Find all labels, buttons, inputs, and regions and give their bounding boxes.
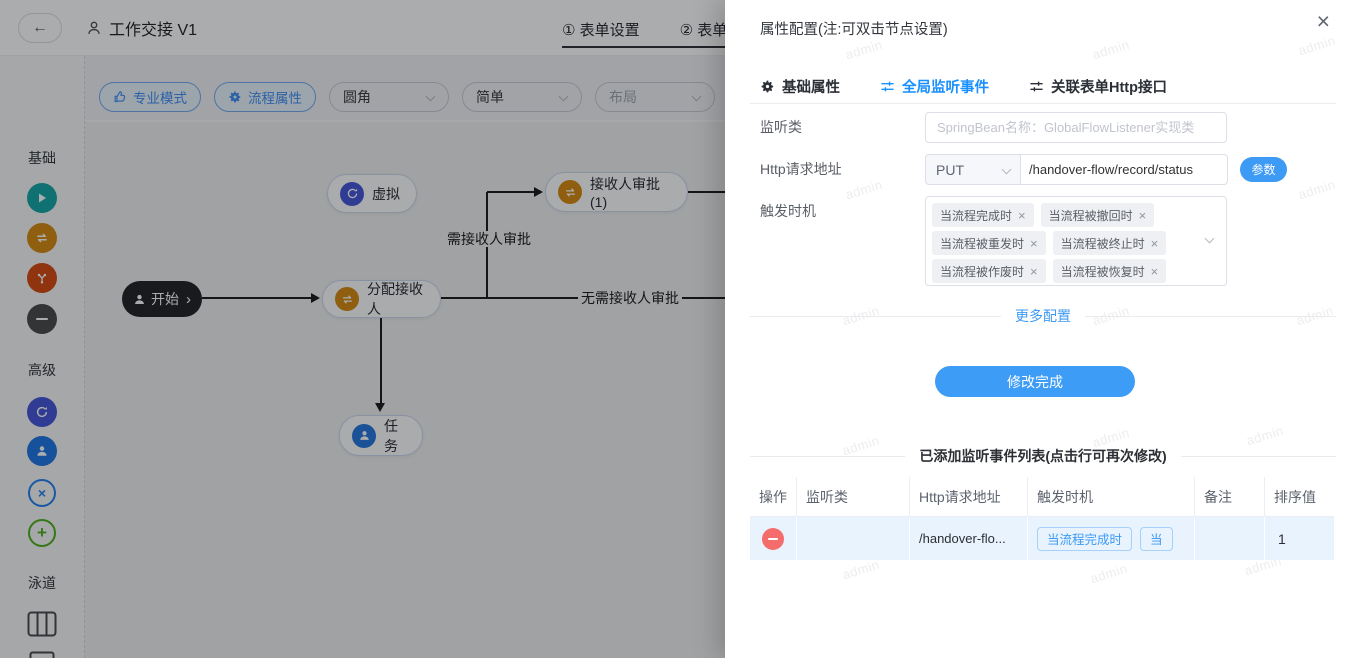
col-action: 操作 [750, 477, 797, 516]
col-trigger: 触发时机 [1028, 477, 1195, 516]
listener-list-divider: 已添加监听事件列表(点击行可再次修改) [750, 446, 1336, 466]
watermark: admin [1091, 37, 1132, 62]
cell-listener [797, 517, 910, 560]
chevron-down-icon [1002, 165, 1012, 175]
trigger-tag: 当流程被终止时× [1053, 231, 1167, 255]
watermark: admin [1297, 33, 1338, 58]
trigger-tag: 当流程被作废时× [932, 259, 1046, 283]
tab-form-http[interactable]: 关联表单Http接口 [1029, 76, 1167, 97]
panel-title: 属性配置(注:可双击节点设置) [760, 18, 948, 39]
sliders-icon [1029, 79, 1044, 94]
cell-remark [1195, 517, 1265, 560]
tab-basic-props[interactable]: 基础属性 [760, 76, 840, 97]
trigger-tag: 当流程被撤回时× [1041, 203, 1155, 227]
col-url: Http请求地址 [910, 477, 1028, 516]
listener-list-title: 已添加监听事件列表(点击行可再次修改) [919, 446, 1166, 466]
tab-global-label: 全局监听事件 [902, 76, 989, 97]
watermark: admin [1297, 177, 1338, 202]
watermark: admin [841, 557, 882, 582]
trigger-timing-select[interactable]: 当流程完成时× 当流程被撤回时× 当流程被重发时× 当流程被终止时× 当流程被作… [925, 196, 1227, 286]
listener-class-label: 监听类 [760, 112, 910, 143]
remove-tag-icon[interactable]: × [1151, 236, 1159, 251]
watermark: admin [844, 37, 885, 62]
more-config-divider: 更多配置 [750, 306, 1336, 326]
remove-tag-icon[interactable]: × [1139, 208, 1147, 223]
trigger-tag: 当流程被恢复时× [1053, 259, 1167, 283]
listener-class-input[interactable] [925, 112, 1227, 143]
cell-trigger: 当流程完成时 当 [1028, 517, 1195, 560]
screen: admin admin admin admin admin admin admi… [0, 0, 1350, 658]
trigger-tag: 当流程被重发时× [932, 231, 1046, 255]
chevron-down-icon [1205, 234, 1215, 244]
more-config-link[interactable]: 更多配置 [1015, 306, 1071, 326]
remove-tag-icon[interactable]: × [1151, 264, 1159, 279]
table-header: 操作 监听类 Http请求地址 触发时机 备注 排序值 [750, 477, 1334, 517]
cell-sort: 1 [1265, 531, 1286, 547]
remove-tag-icon[interactable]: × [1030, 236, 1038, 251]
tab-basic-label: 基础属性 [782, 76, 840, 97]
http-url-input[interactable] [1020, 154, 1228, 185]
watermark: admin [1245, 423, 1286, 448]
tab-http-label: 关联表单Http接口 [1051, 76, 1167, 97]
remove-tag-icon[interactable]: × [1018, 208, 1026, 223]
col-listener: 监听类 [797, 477, 910, 516]
col-remark: 备注 [1195, 477, 1265, 516]
close-icon[interactable]: × [1317, 10, 1330, 33]
trigger-value-tag-clipped: 当 [1140, 527, 1173, 551]
delete-row-button[interactable] [762, 528, 784, 550]
panel-tabs: 基础属性 全局监听事件 关联表单Http接口 [760, 76, 1167, 97]
sliders-icon [880, 79, 895, 94]
remove-tag-icon[interactable]: × [1030, 264, 1038, 279]
trigger-value-tag: 当流程完成时 [1037, 527, 1132, 551]
property-config-panel: admin admin admin admin admin admin admi… [725, 0, 1350, 658]
watermark: admin [1089, 561, 1130, 586]
http-method-value: PUT [936, 162, 964, 178]
gear-icon [760, 79, 775, 94]
params-button[interactable]: 参数 [1240, 157, 1287, 182]
listener-table: 操作 监听类 Http请求地址 触发时机 备注 排序值 /handover-fl… [750, 477, 1334, 560]
col-sort: 排序值 [1265, 477, 1334, 516]
table-row[interactable]: /handover-flo... 当流程完成时 当 1 [750, 517, 1334, 560]
submit-button[interactable]: 修改完成 [935, 366, 1135, 397]
http-url-label: Http请求地址 [760, 154, 910, 185]
tabs-divider [750, 103, 1336, 104]
cell-url: /handover-flo... [910, 531, 1006, 546]
trigger-timing-label: 触发时机 [760, 196, 910, 227]
minus-icon [768, 538, 778, 540]
tab-global-listener[interactable]: 全局监听事件 [880, 76, 989, 97]
trigger-tag: 当流程完成时× [932, 203, 1034, 227]
http-method-select[interactable]: PUT [925, 154, 1021, 185]
